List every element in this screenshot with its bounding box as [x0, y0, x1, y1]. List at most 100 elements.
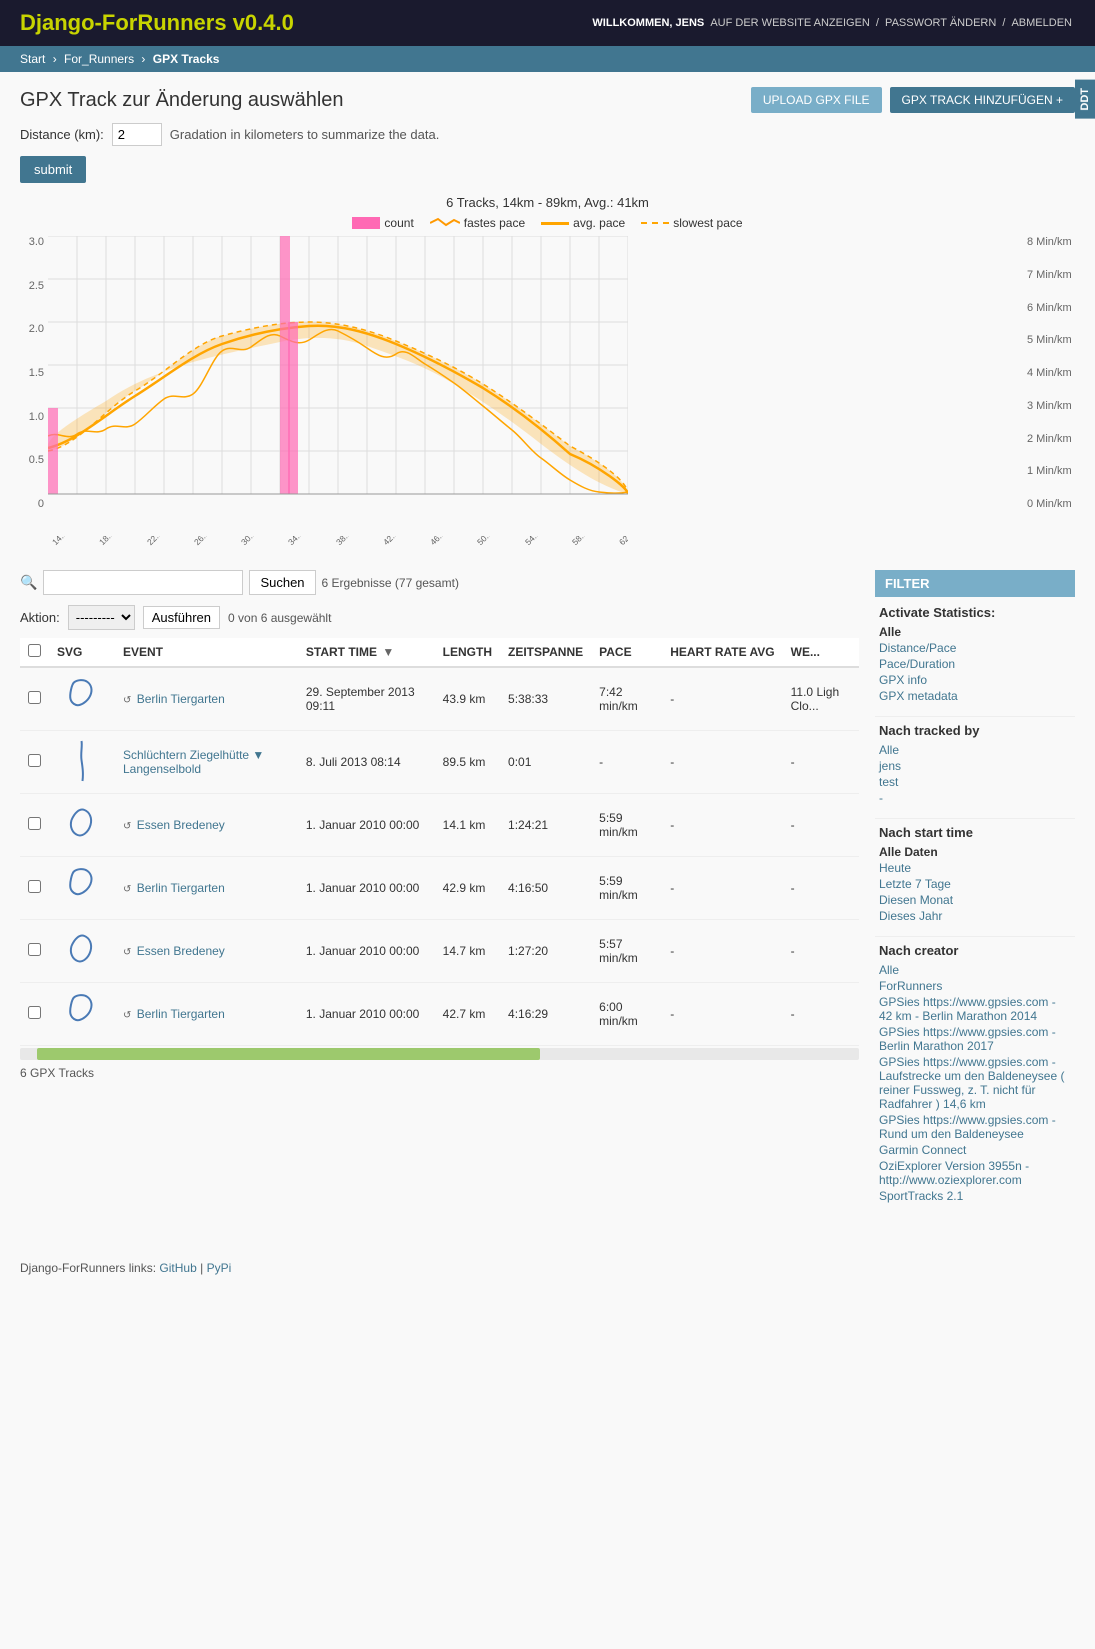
event-link[interactable]: Schlüchtern Ziegelhütte ▼ Langenselbold — [123, 748, 264, 776]
filter-creator-ozi[interactable]: OziExplorer Version 3955n - http://www.o… — [879, 1158, 1071, 1188]
action-execute-button[interactable]: Ausführen — [143, 606, 220, 629]
upload-gpx-button[interactable]: UPLOAD GPX FILE — [751, 87, 882, 113]
table-wrapper: SVG EVENT START TIME ▼ LENGTH ZEITSPANNE… — [20, 638, 859, 1046]
footer-github-link[interactable]: GitHub — [159, 1261, 196, 1275]
legend-avg-label: avg. pace — [573, 216, 625, 230]
legend-avg: avg. pace — [541, 216, 625, 230]
scrollbar-thumb — [37, 1048, 540, 1060]
col-length: LENGTH — [435, 638, 500, 667]
filter-creator-sporttracks[interactable]: SportTracks 2.1 — [879, 1188, 1071, 1204]
footer-pypi-link[interactable]: PyPi — [207, 1261, 232, 1275]
row-start-time: 1. Januar 2010 00:00 — [298, 794, 435, 857]
site-title: Django-ForRunners v0.4.0 — [20, 10, 294, 36]
loop-icon: ↺ — [123, 821, 131, 832]
x-label: 42.0-44.0km — [381, 536, 421, 547]
search-button[interactable]: Suchen — [249, 570, 315, 595]
table-row: ↺ Berlin Tiergarten 29. September 2013 0… — [20, 667, 859, 731]
search-input[interactable] — [43, 570, 243, 595]
y-left-05: 0.5 — [20, 454, 44, 466]
legend-count-label: count — [384, 216, 413, 230]
breadcrumb-forrunners[interactable]: For_Runners — [64, 52, 134, 66]
filter-gpx-metadata[interactable]: GPX metadata — [879, 688, 1071, 704]
breadcrumb-start[interactable]: Start — [20, 52, 45, 66]
y-right-2: 2 Min/km — [1027, 433, 1075, 445]
row-select-checkbox[interactable] — [28, 880, 41, 893]
filter-time-monat[interactable]: Diesen Monat — [879, 892, 1071, 908]
row-zeitspanne: 4:16:50 — [500, 857, 591, 920]
filter-time-heute[interactable]: Heute — [879, 860, 1071, 876]
x-label: 26.0-28.0km — [192, 536, 232, 547]
filter-creator-forrunners[interactable]: ForRunners — [879, 978, 1071, 994]
filter-pace-duration[interactable]: Pace/Duration — [879, 656, 1071, 672]
filter-time-jahr[interactable]: Dieses Jahr — [879, 908, 1071, 924]
legend-fastest-icon — [430, 216, 460, 230]
row-heart-rate: - — [662, 667, 782, 731]
add-gpx-button[interactable]: GPX TRACK HINZUFÜGEN + — [890, 87, 1075, 113]
filter-gpx-info[interactable]: GPX info — [879, 672, 1071, 688]
row-pace: 5:57 min/km — [591, 920, 662, 983]
filter-distance-pace[interactable]: Distance/Pace — [879, 640, 1071, 656]
row-length: 14.7 km — [435, 920, 500, 983]
row-pace: 5:59 min/km — [591, 857, 662, 920]
y-right-4: 4 Min/km — [1027, 367, 1075, 379]
row-heart-rate: - — [662, 731, 782, 794]
filter-alle[interactable]: Alle — [879, 624, 1071, 640]
submit-button[interactable]: submit — [20, 156, 86, 183]
filter-creator-rund[interactable]: GPSies https://www.gpsies.com - Rund um … — [879, 1112, 1071, 1142]
breadcrumb-current: GPX Tracks — [153, 52, 220, 66]
row-select-checkbox[interactable] — [28, 1006, 41, 1019]
legend-slowest: slowest pace — [641, 216, 742, 230]
row-svg — [49, 667, 115, 731]
filter-tracked-dash[interactable]: - — [879, 790, 1071, 806]
event-link[interactable]: Berlin Tiergarten — [137, 881, 225, 895]
y-right-3: 3 Min/km — [1027, 400, 1075, 412]
welcome-label: WILLKOMMEN, — [592, 17, 672, 29]
chart-container: 6 Tracks, 14km - 89km, Avg.: 41km count … — [20, 195, 1075, 550]
row-event: Schlüchtern Ziegelhütte ▼ Langenselbold — [115, 731, 298, 794]
action-select[interactable]: --------- — [68, 605, 135, 630]
row-we: - — [783, 920, 859, 983]
row-select-checkbox[interactable] — [28, 817, 41, 830]
nav-logout[interactable]: ABMELDEN — [1011, 17, 1072, 29]
action-row: Aktion: --------- Ausführen 0 von 6 ausg… — [20, 605, 859, 630]
row-length: 89.5 km — [435, 731, 500, 794]
filter-creator-laufstrecke[interactable]: GPSies https://www.gpsies.com - Laufstre… — [879, 1054, 1071, 1112]
distance-input[interactable] — [112, 123, 162, 146]
tracks-table: SVG EVENT START TIME ▼ LENGTH ZEITSPANNE… — [20, 638, 859, 1046]
filter-creator-berlin2014[interactable]: GPSies https://www.gpsies.com - 42 km - … — [879, 994, 1071, 1024]
filter-creator-alle[interactable]: Alle — [879, 962, 1071, 978]
row-select-checkbox[interactable] — [28, 754, 41, 767]
filter-tracked-test[interactable]: test — [879, 774, 1071, 790]
filter-creator-garmin[interactable]: Garmin Connect — [879, 1142, 1071, 1158]
creator-title: Nach creator — [879, 943, 1071, 958]
row-start-time: 1. Januar 2010 00:00 — [298, 983, 435, 1046]
nav-website[interactable]: AUF DER WEBSITE ANZEIGEN — [710, 17, 870, 29]
selected-count: 0 von 6 ausgewählt — [228, 611, 331, 625]
legend-count: count — [352, 216, 413, 230]
row-select-checkbox[interactable] — [28, 943, 41, 956]
event-link[interactable]: Essen Bredeney — [137, 818, 225, 832]
loop-icon: ↺ — [123, 884, 131, 895]
filter-tracked-alle[interactable]: Alle — [879, 742, 1071, 758]
row-select-checkbox[interactable] — [28, 691, 41, 704]
nav-password[interactable]: PASSWORT ÄNDERN — [885, 17, 996, 29]
col-start-time[interactable]: START TIME ▼ — [298, 638, 435, 667]
row-heart-rate: - — [662, 794, 782, 857]
x-label: 18.0-20.0km — [97, 536, 137, 547]
filter-creator-berlin2017[interactable]: GPSies https://www.gpsies.com - Berlin M… — [879, 1024, 1071, 1054]
y-left-20: 2.0 — [20, 323, 44, 335]
row-length: 42.7 km — [435, 983, 500, 1046]
event-link[interactable]: Berlin Tiergarten — [137, 1007, 225, 1021]
filter-time-alle[interactable]: Alle Daten — [879, 844, 1071, 860]
filter-tracked-jens[interactable]: jens — [879, 758, 1071, 774]
y-left-10: 1.0 — [20, 411, 44, 423]
legend-fastest-label: fastes pace — [464, 216, 525, 230]
col-svg: SVG — [49, 638, 115, 667]
filter-time-7tage[interactable]: Letzte 7 Tage — [879, 876, 1071, 892]
select-all-checkbox[interactable] — [28, 644, 41, 657]
row-checkbox — [20, 667, 49, 731]
horizontal-scrollbar[interactable] — [20, 1048, 859, 1060]
row-event: ↺ Berlin Tiergarten — [115, 667, 298, 731]
event-link[interactable]: Essen Bredeney — [137, 944, 225, 958]
event-link[interactable]: Berlin Tiergarten — [137, 692, 225, 706]
